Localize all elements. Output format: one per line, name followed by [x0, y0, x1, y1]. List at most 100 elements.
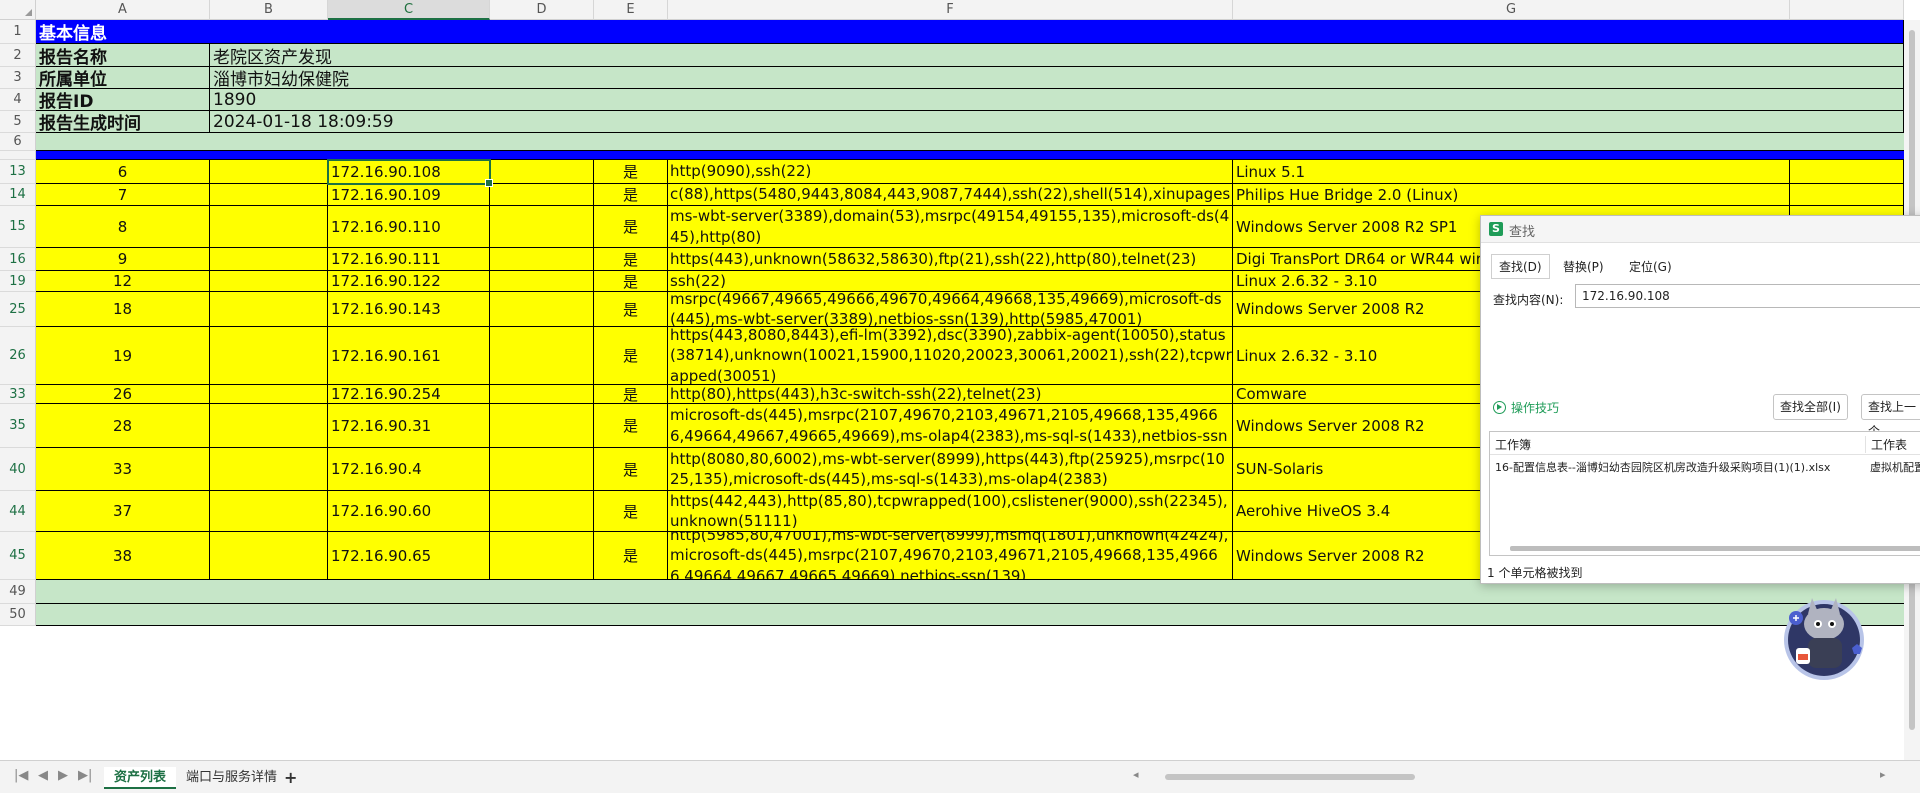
table-cell-services[interactable]: https(443,8080,8443),efi-lm(3392),dsc(33…: [668, 327, 1233, 385]
find-previous-button[interactable]: 查找上一个: [1861, 394, 1920, 438]
table-cell-mac[interactable]: [490, 292, 594, 327]
row-header[interactable]: 44: [0, 491, 36, 532]
row-header[interactable]: 13: [0, 160, 36, 184]
table-cell-mac[interactable]: [490, 385, 594, 404]
table-cell-alive[interactable]: 是: [594, 206, 668, 248]
table-cell-db[interactable]: [1790, 184, 1904, 206]
table-cell-alive[interactable]: 是: [594, 448, 668, 491]
column-header[interactable]: A: [36, 0, 210, 20]
result-sheet[interactable]: 虚拟机配置: [1870, 459, 1920, 475]
table-cell-ip[interactable]: 172.16.90.143: [328, 292, 490, 327]
row-header[interactable]: 7: [0, 151, 36, 160]
table-cell-domain[interactable]: [210, 160, 328, 184]
table-cell-no[interactable]: 6: [36, 160, 210, 184]
dialog-titlebar[interactable]: S 查找: [1481, 216, 1920, 243]
horizontal-scroll-thumb[interactable]: [1165, 774, 1415, 780]
column-header[interactable]: F: [668, 0, 1233, 20]
table-cell-services[interactable]: http(9090),ssh(22): [668, 160, 1233, 184]
table-cell-services[interactable]: msrpc(49667,49665,49666,49670,49664,4966…: [668, 292, 1233, 327]
tips-link[interactable]: 操作技巧: [1511, 399, 1559, 416]
hscroll-left-icon[interactable]: ◂: [1133, 768, 1139, 781]
table-cell-ip[interactable]: 172.16.90.254: [328, 385, 490, 404]
table-cell-mac[interactable]: [490, 184, 594, 206]
row-header[interactable]: 16: [0, 248, 36, 271]
table-cell-domain[interactable]: [210, 404, 328, 448]
table-cell-alive[interactable]: 是: [594, 404, 668, 448]
row-header[interactable]: 45: [0, 532, 36, 580]
table-cell-no[interactable]: 28: [36, 404, 210, 448]
tab-asset-list[interactable]: 资产列表: [104, 767, 177, 789]
table-cell-services[interactable]: asr(7800),ms-wbt-server(8999),msmq(1801)…: [668, 404, 1233, 448]
table-cell-no[interactable]: 8: [36, 206, 210, 248]
find-all-button[interactable]: 查找全部(I): [1773, 394, 1848, 420]
table-cell-ip[interactable]: 172.16.90.109: [328, 184, 490, 206]
row-header[interactable]: 1: [0, 20, 36, 44]
table-cell-domain[interactable]: [210, 532, 328, 580]
row-header[interactable]: 2: [0, 44, 36, 67]
table-cell-domain[interactable]: [210, 327, 328, 385]
table-cell-alive[interactable]: 是: [594, 327, 668, 385]
table-cell-ip[interactable]: 172.16.90.110: [328, 206, 490, 248]
row-header[interactable]: 15: [0, 206, 36, 248]
results-sheet-header[interactable]: 工作表: [1865, 436, 1907, 453]
horizontal-scrollbar[interactable]: [1155, 773, 1860, 781]
row-header[interactable]: 3: [0, 67, 36, 89]
table-cell-alive[interactable]: 是: [594, 248, 668, 271]
table-cell-mac[interactable]: [490, 448, 594, 491]
table-cell-alive[interactable]: 是: [594, 292, 668, 327]
row-header[interactable]: 25: [0, 292, 36, 327]
result-workbook[interactable]: 16-配置信息表--淄博妇幼杏园院区机房改造升级采购项目(1)(1).xlsx: [1495, 459, 1830, 475]
table-cell-no[interactable]: 7: [36, 184, 210, 206]
table-cell-no[interactable]: 38: [36, 532, 210, 580]
next-sheet-icon[interactable]: ▶: [58, 768, 68, 783]
prev-sheet-icon[interactable]: ◀: [38, 768, 48, 783]
table-cell-services[interactable]: ms-wbt-server(3389),domain(53),msrpc(491…: [668, 206, 1233, 248]
table-cell-domain[interactable]: [210, 206, 328, 248]
last-sheet-icon[interactable]: ▶|: [78, 768, 92, 783]
row-header[interactable]: 19: [0, 271, 36, 292]
table-cell-db[interactable]: [1790, 160, 1904, 184]
row-header[interactable]: 6: [0, 133, 36, 151]
table-cell-mac[interactable]: [490, 248, 594, 271]
first-sheet-icon[interactable]: |◀: [14, 768, 28, 783]
table-cell-os[interactable]: Linux 5.1: [1233, 160, 1790, 184]
table-cell-alive[interactable]: 是: [594, 532, 668, 580]
column-header[interactable]: D: [490, 0, 594, 20]
table-cell-no[interactable]: 19: [36, 327, 210, 385]
add-sheet-button[interactable]: +: [280, 767, 301, 789]
table-cell-os[interactable]: Philips Hue Bridge 2.0 (Linux): [1233, 184, 1790, 206]
row-header[interactable]: 40: [0, 448, 36, 491]
table-cell-services[interactable]: http(80),https(443),h3c-switch-ssh(22),t…: [668, 385, 1233, 404]
find-input[interactable]: 172.16.90.108: [1575, 284, 1920, 308]
column-header[interactable]: C: [328, 0, 490, 20]
table-cell-mac[interactable]: [490, 160, 594, 184]
row-header[interactable]: 26: [0, 327, 36, 385]
table-cell-services[interactable]: http(5985,80,47001),ms-wbt-server(8999),…: [668, 532, 1233, 580]
column-header[interactable]: [1790, 0, 1904, 20]
column-header[interactable]: E: [594, 0, 668, 20]
table-cell-domain[interactable]: [210, 248, 328, 271]
table-cell-domain[interactable]: [210, 184, 328, 206]
hscroll-right-icon[interactable]: ▸: [1880, 768, 1886, 781]
column-header[interactable]: G: [1233, 0, 1790, 20]
column-header[interactable]: B: [210, 0, 328, 20]
table-cell-ip[interactable]: 172.16.90.60: [328, 491, 490, 532]
select-all-corner[interactable]: [0, 0, 36, 20]
table-cell-domain[interactable]: [210, 491, 328, 532]
row-header[interactable]: 49: [0, 580, 36, 604]
table-cell-no[interactable]: 37: [36, 491, 210, 532]
tab-goto[interactable]: 定位(G): [1621, 254, 1680, 279]
row-header[interactable]: 14: [0, 184, 36, 206]
table-cell-alive[interactable]: 是: [594, 160, 668, 184]
table-cell-ip[interactable]: 172.16.90.122: [328, 271, 490, 292]
tab-find[interactable]: 查找(D): [1491, 254, 1550, 279]
table-cell-mac[interactable]: [490, 491, 594, 532]
table-cell-services[interactable]: https(443),unknown(58632,58630),ftp(21),…: [668, 248, 1233, 271]
table-cell-services[interactable]: ldap(389,636),ttyinfo(2012),http(80,9084…: [668, 184, 1233, 206]
tab-replace[interactable]: 替换(P): [1555, 254, 1612, 279]
play-icon[interactable]: [1493, 401, 1506, 414]
table-cell-mac[interactable]: [490, 404, 594, 448]
table-cell-no[interactable]: 9: [36, 248, 210, 271]
table-cell-no[interactable]: 26: [36, 385, 210, 404]
selected-cell-C13[interactable]: [327, 159, 493, 187]
